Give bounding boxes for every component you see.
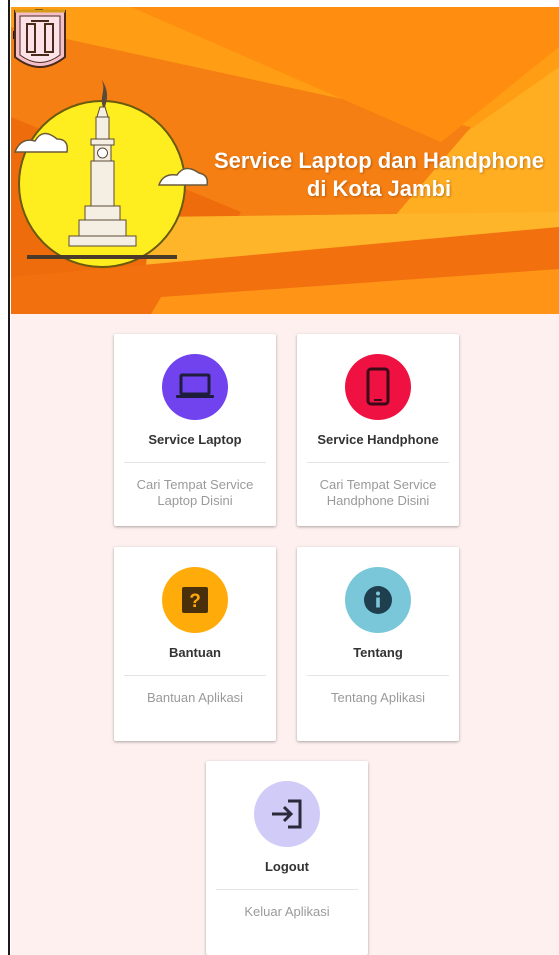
- smartphone-icon: [366, 367, 390, 406]
- header-banner: Service Laptop dan Handphone di Kota Jam…: [11, 7, 559, 314]
- info-icon: [364, 586, 392, 614]
- tentang-description: Tentang Aplikasi: [331, 690, 425, 705]
- app-title-line2: di Kota Jambi: [306, 176, 452, 201]
- service-handphone-description: Cari Tempat Service Handphone Disini: [297, 477, 459, 509]
- service-laptop-desc-line2: Laptop Disini: [157, 493, 233, 508]
- logout-card[interactable]: Logout Keluar Aplikasi: [206, 761, 368, 955]
- help-icon: ?: [182, 587, 208, 613]
- smartphone-icon-circle: [345, 354, 411, 420]
- bantuan-description: Bantuan Aplikasi: [146, 690, 244, 705]
- laptop-icon: [176, 373, 214, 398]
- logout-title: Logout: [264, 859, 310, 874]
- logout-icon-circle: [254, 781, 320, 847]
- app-title-line1: Service Laptop dan Handphone: [213, 148, 545, 173]
- svg-text:?: ?: [189, 591, 201, 612]
- window-edge: [0, 0, 10, 955]
- help-icon-circle: ?: [162, 567, 228, 633]
- tentang-card[interactable]: Tentang Tentang Aplikasi: [297, 547, 459, 741]
- service-laptop-card[interactable]: Service Laptop Cari Tempat Service Lapto…: [114, 334, 276, 526]
- service-laptop-description: Cari Tempat Service Laptop Disini: [114, 477, 276, 509]
- app-screen: Service Laptop dan Handphone di Kota Jam…: [11, 7, 559, 955]
- tentang-title: Tentang: [353, 645, 403, 660]
- logout-icon: [272, 799, 302, 829]
- card-divider: [307, 462, 449, 463]
- service-handphone-title: Service Handphone: [317, 432, 439, 447]
- logout-description: Keluar Aplikasi: [244, 904, 330, 919]
- laptop-icon-circle: [162, 354, 228, 420]
- service-handphone-desc-line2: Handphone Disini: [326, 493, 430, 508]
- card-divider: [307, 675, 449, 676]
- service-laptop-title: Service Laptop: [148, 432, 242, 447]
- bantuan-title: Bantuan: [169, 645, 221, 660]
- card-divider: [124, 462, 266, 463]
- service-handphone-desc-line1: Cari Tempat Service: [319, 477, 437, 492]
- service-handphone-card[interactable]: Service Handphone Cari Tempat Service Ha…: [297, 334, 459, 526]
- app-title: Service Laptop dan Handphone di Kota Jam…: [199, 147, 559, 203]
- info-icon-circle: [345, 567, 411, 633]
- service-laptop-desc-line1: Cari Tempat Service: [136, 477, 254, 492]
- bantuan-card[interactable]: ? Bantuan Bantuan Aplikasi: [114, 547, 276, 741]
- card-divider: [124, 675, 266, 676]
- school-emblem-icon: [14, 9, 66, 68]
- card-divider: [216, 889, 358, 890]
